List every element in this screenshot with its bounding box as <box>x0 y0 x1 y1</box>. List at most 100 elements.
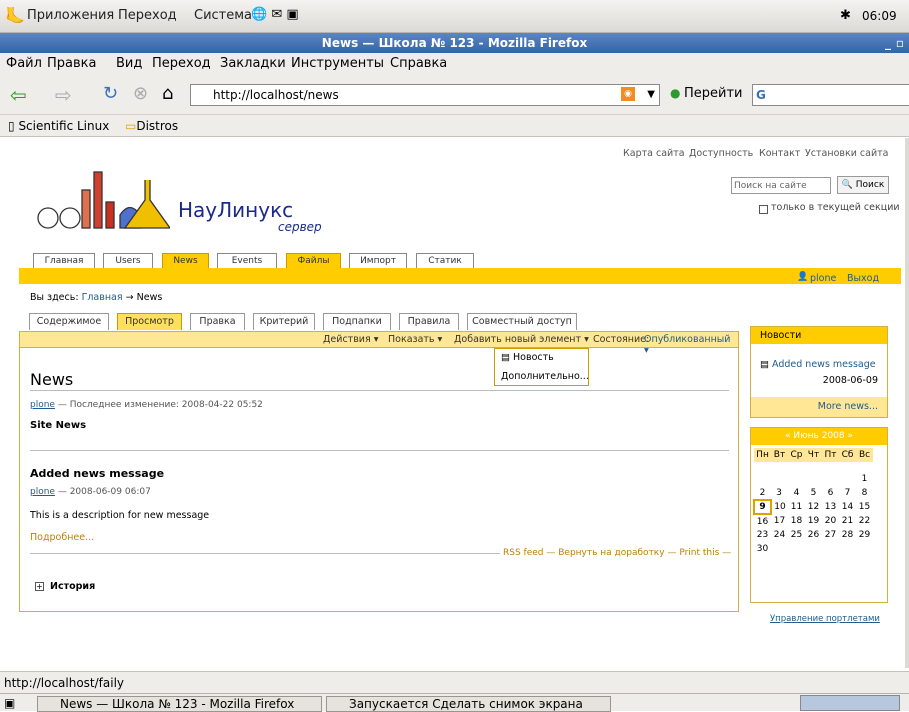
calendar-day[interactable]: 2 <box>754 486 771 500</box>
calendar-day[interactable]: 27 <box>822 528 839 542</box>
news-portlet-item-link[interactable]: Added news message <box>772 359 876 370</box>
expand-icon[interactable]: + <box>35 582 44 591</box>
menu-go[interactable]: Переход <box>152 56 211 71</box>
byline-author[interactable]: plone <box>30 400 55 410</box>
menu-edit[interactable]: Правка <box>47 56 96 71</box>
logout-link[interactable]: Выход <box>847 273 879 284</box>
read-more-link[interactable]: Подробнее... <box>30 532 94 543</box>
calendar-day[interactable]: 26 <box>805 528 822 542</box>
search-field[interactable]: G <box>752 84 909 106</box>
menu-file[interactable]: Файл <box>6 56 42 71</box>
content-tab-view[interactable]: Просмотр <box>117 313 182 330</box>
calendar-day[interactable]: 5 <box>805 486 822 500</box>
add-item-menu[interactable]: Добавить новый элемент ▾ <box>454 334 589 345</box>
reload-icon[interactable]: ↻ <box>103 83 118 104</box>
calendar-day[interactable]: 12 <box>805 500 822 514</box>
places-menu[interactable]: Переход <box>118 8 177 23</box>
go-icon[interactable]: ● <box>670 86 680 100</box>
content-tab-rules[interactable]: Правила <box>399 313 459 330</box>
breadcrumb-home[interactable]: Главная <box>82 292 123 303</box>
calendar-day[interactable]: 9 <box>753 499 772 515</box>
site-logo[interactable] <box>30 160 170 235</box>
show-desktop-icon[interactable]: ▣ <box>4 696 15 710</box>
go-button[interactable]: Перейти <box>684 86 743 101</box>
calendar-day[interactable]: 21 <box>839 514 856 528</box>
launcher-icons[interactable]: 🌐 ✉ ▣ <box>251 7 299 22</box>
news-portlet-title[interactable]: Новости <box>760 330 801 341</box>
site-action-accessibility[interactable]: Доступность <box>689 148 753 159</box>
news-item-title[interactable]: Added news message <box>30 467 164 480</box>
display-menu[interactable]: Показать ▾ <box>388 334 442 345</box>
portal-tab-import[interactable]: Импорт <box>349 253 407 269</box>
calendar-day[interactable]: 7 <box>839 486 856 500</box>
content-tab-contents[interactable]: Содержимое <box>29 313 109 330</box>
calendar-day[interactable]: 1 <box>856 472 873 486</box>
bluetooth-icon[interactable]: ✱ <box>840 8 851 23</box>
bookmark-1[interactable]: ▯ Scientific Linux <box>8 119 109 133</box>
calendar-day[interactable]: 16 <box>754 514 771 528</box>
home-icon[interactable]: ⌂ <box>162 83 173 104</box>
site-search-button[interactable]: 🔍 Поиск <box>837 176 889 194</box>
portal-tab-home[interactable]: Главная <box>33 253 95 269</box>
minimize-icon[interactable]: _ <box>885 33 891 53</box>
calendar-day[interactable]: 23 <box>754 528 771 542</box>
calendar-day[interactable]: 29 <box>856 528 873 542</box>
url-field[interactable]: http://localhost/news ◉ ▼ <box>190 84 660 106</box>
workspace-switcher[interactable] <box>800 695 900 711</box>
calendar-day[interactable]: 30 <box>754 542 771 556</box>
calendar-day[interactable]: 6 <box>822 486 839 500</box>
history-toggle[interactable]: История <box>50 581 95 592</box>
portal-tab-users[interactable]: Users <box>103 253 153 269</box>
applications-menu[interactable]: Приложения <box>27 8 114 23</box>
calendar-day[interactable]: 15 <box>856 500 873 514</box>
menu-tools[interactable]: Инструменты <box>291 56 384 71</box>
vertical-scrollbar[interactable] <box>905 138 909 668</box>
calendar-day[interactable]: 22 <box>856 514 873 528</box>
calendar-day[interactable]: 3 <box>771 486 788 500</box>
calendar-day[interactable]: 14 <box>839 500 856 514</box>
calendar-title[interactable]: « Июнь 2008 » <box>785 431 853 441</box>
portal-tab-news[interactable]: News <box>162 253 209 269</box>
site-action-sitemap[interactable]: Карта сайта <box>623 148 685 159</box>
dropdown-icon[interactable]: ▼ <box>647 85 655 105</box>
calendar-day[interactable]: 20 <box>822 514 839 528</box>
site-search-input[interactable]: Поиск на сайте <box>731 177 831 194</box>
calendar-day[interactable]: 19 <box>805 514 822 528</box>
calendar-day[interactable]: 28 <box>839 528 856 542</box>
calendar-day[interactable]: 4 <box>788 486 805 500</box>
content-tab-sharing[interactable]: Совместный доступ <box>467 313 577 330</box>
calendar-day[interactable]: 17 <box>771 514 788 528</box>
menu-bookmarks[interactable]: Закладки <box>220 56 286 71</box>
user-link[interactable]: plone <box>810 273 836 284</box>
menu-view[interactable]: Вид <box>116 56 142 71</box>
print-link[interactable]: Print this <box>679 548 719 558</box>
stop-icon[interactable]: ⊗ <box>133 83 148 104</box>
back-icon[interactable]: ⇦ <box>10 83 27 107</box>
calendar-day[interactable]: 13 <box>822 500 839 514</box>
calendar-day[interactable]: 25 <box>788 528 805 542</box>
calendar-day[interactable]: 10 <box>771 500 788 514</box>
task-firefox[interactable]: News — Школа № 123 - Mozilla Firefox <box>37 696 322 712</box>
task-screenshot[interactable]: Запускается Сделать снимок экрана <box>326 696 611 712</box>
window-titlebar[interactable]: News — Школа № 123 - Mozilla Firefox _ ▫ <box>0 33 909 53</box>
current-section-checkbox[interactable] <box>759 205 768 214</box>
restore-icon[interactable]: ▫ <box>896 33 904 53</box>
content-tab-criteria[interactable]: Критерий <box>253 313 315 330</box>
news-portlet-item[interactable]: ▤ Added news message <box>760 359 876 370</box>
calendar-day[interactable]: 11 <box>788 500 805 514</box>
portal-tab-events[interactable]: Events <box>217 253 277 269</box>
content-tab-subfolders[interactable]: Подпапки <box>323 313 391 330</box>
more-news-link[interactable]: More news... <box>818 401 878 412</box>
clock[interactable]: 06:09 <box>862 9 897 23</box>
site-action-prefs[interactable]: Установки сайта <box>805 148 889 159</box>
calendar-day[interactable]: 18 <box>788 514 805 528</box>
rss-feed-link[interactable]: RSS feed <box>503 548 544 558</box>
rss-icon[interactable]: ◉ <box>621 87 635 101</box>
bookmark-2[interactable]: ▭Distros <box>125 119 178 133</box>
system-menu[interactable]: Система <box>194 8 252 23</box>
site-action-contact[interactable]: Контакт <box>759 148 800 159</box>
menu-help[interactable]: Справка <box>390 56 447 71</box>
gnome-foot-icon[interactable]: 🦶 <box>5 6 25 25</box>
news-item-author[interactable]: plone <box>30 487 55 497</box>
calendar-day[interactable]: 8 <box>856 486 873 500</box>
